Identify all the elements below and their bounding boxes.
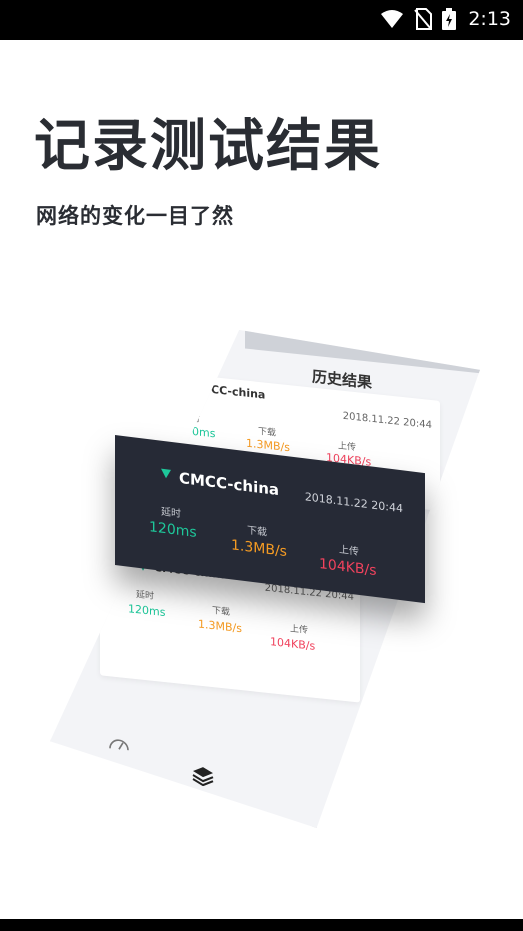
wifi-icon [380,9,404,29]
latency-label: 延时 [136,590,155,602]
status-time: 2:13 [468,8,511,30]
upload-value: 104KB/s [319,556,377,580]
system-status-bar: 2:13 [0,0,523,40]
hero-subtitle: 网络的变化一目了然 [36,204,234,228]
network-name: CMCC-china [192,380,266,402]
download-value: 1.3MB/s [198,617,242,636]
record-date: 2018.11.22 20:44 [304,490,403,516]
battery-charging-icon [442,8,457,30]
latency-label: 延时 [161,506,181,521]
signal-icon [178,382,188,392]
latency-label: 延时 [182,412,201,425]
record-date: 2018.11.22 20:44 [342,410,432,432]
upload-label: 上传 [290,624,309,637]
latency-value: 120ms [149,519,197,542]
latency-value: 120ms [178,423,216,441]
download-value: 1.3MB/s [231,537,287,561]
download-label: 下载 [212,606,231,618]
hero-title: 记录测试结果 [34,114,382,179]
speedometer-icon[interactable] [108,734,130,756]
phone-status-bar: 12:30 [245,330,480,373]
upload-value: 104KB/s [270,635,316,653]
upload-label: 上传 [338,441,357,454]
network-name: CMCC-china [179,468,280,500]
layers-icon[interactable] [192,765,214,791]
signal-icon [161,468,171,479]
download-label: 下载 [247,525,267,539]
system-navigation-bar [0,919,523,931]
latency-value: 120ms [128,602,166,620]
no-sim-icon [414,8,433,30]
upload-label: 上传 [339,544,359,558]
download-label: 下载 [258,426,277,439]
phone-status-time: 12:30 [444,354,470,368]
